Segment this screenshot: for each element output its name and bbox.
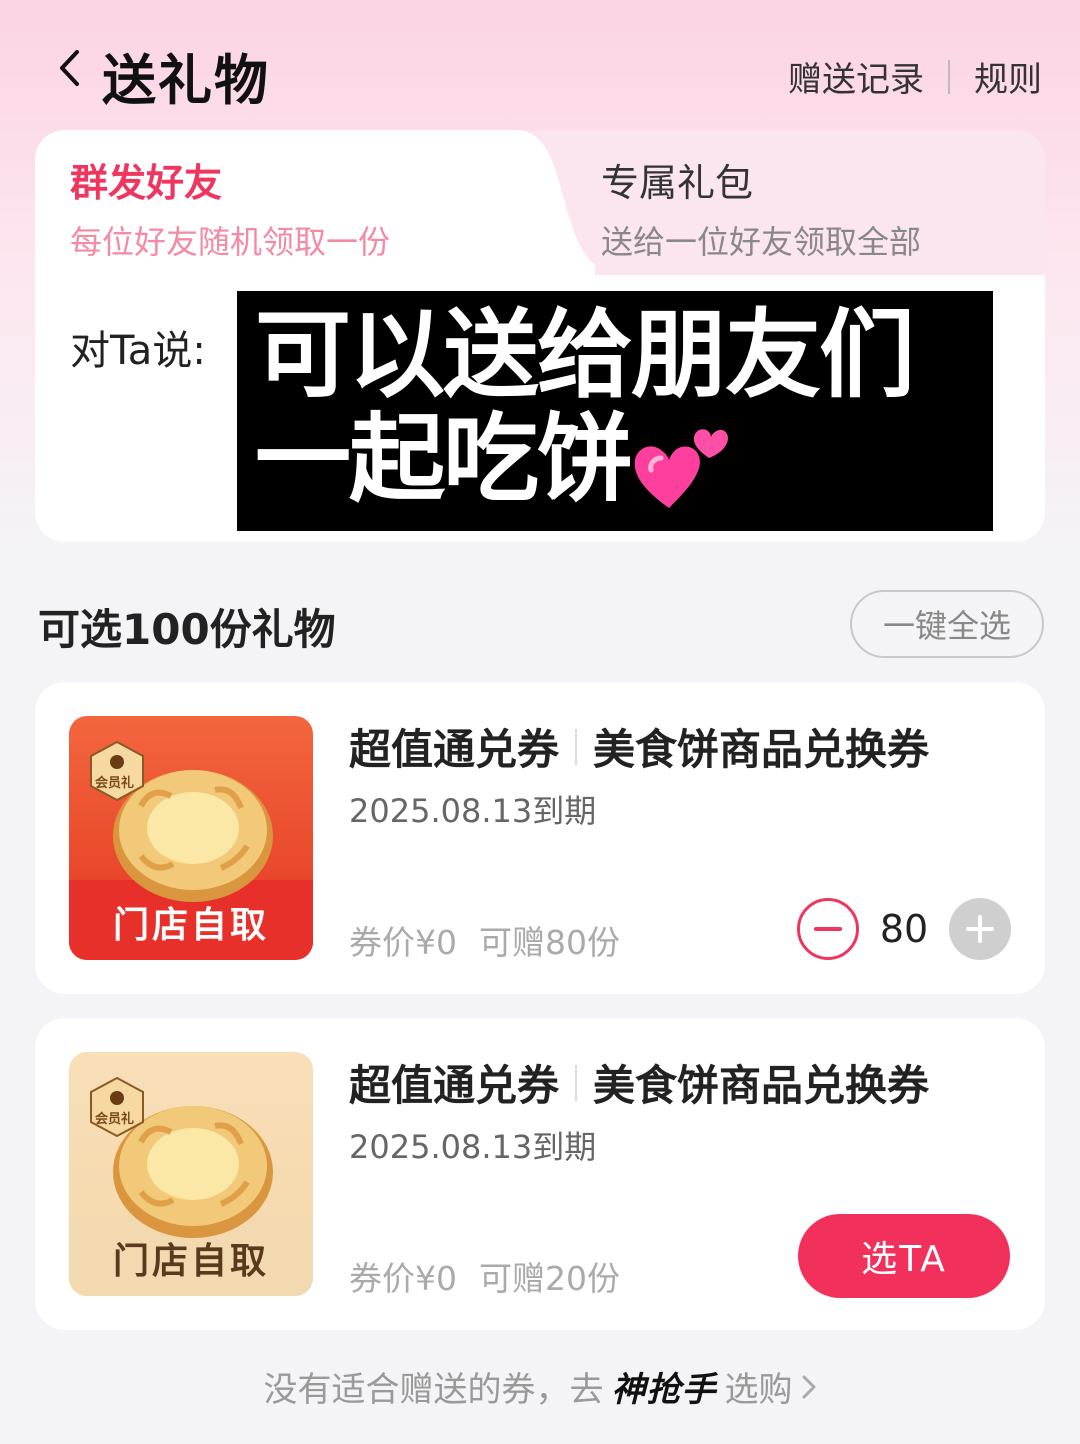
tab-title: 群发好友: [70, 161, 223, 205]
gift-name: 美食饼商品兑换券: [593, 1061, 930, 1110]
overlay-line-2: 一起吃饼: [255, 407, 975, 514]
two-hearts-icon: [634, 428, 729, 508]
back-button[interactable]: [50, 46, 90, 90]
gift-available: 可赠80份: [479, 923, 620, 962]
quantity-value: 80: [879, 907, 929, 951]
member-badge-icon: [90, 1076, 144, 1138]
tab-title: 专属礼包: [601, 161, 754, 205]
footer-note[interactable]: 没有适合赠送的券，去 神抢手 选购: [0, 1362, 1080, 1411]
header: 送礼物 赠送记录 规则: [0, 0, 1080, 130]
gift-mode-card: 群发好友 每位好友随机领取一份 专属礼包 送给一位好友领取全部 对Ta说: 可以…: [35, 130, 1045, 542]
gift-thumbnail: 会员礼 门店自取: [69, 716, 313, 960]
overlay-line-1: 可以送给朋友们: [255, 299, 915, 411]
footer-prefix: 没有适合赠送的券，去: [263, 1370, 604, 1410]
tab-exclusive-pack[interactable]: 专属礼包 送给一位好友领取全部: [601, 152, 921, 263]
gift-name: 美食饼商品兑换券: [593, 725, 930, 774]
gift-title: 超值通兑券 美食饼商品兑换券: [349, 1052, 929, 1113]
tab-subtitle: 每位好友随机领取一份: [70, 223, 391, 261]
member-badge-icon: [90, 740, 144, 802]
title-divider: [575, 1064, 578, 1101]
gift-available: 可赠20份: [479, 1259, 620, 1298]
gift-meta: 券价¥0 可赠80份: [349, 916, 620, 964]
gift-expiry: 2025.08.13到期: [349, 1128, 597, 1166]
gift-expiry: 2025.08.13到期: [349, 792, 597, 830]
decrement-button[interactable]: [797, 898, 859, 960]
header-divider: [948, 59, 950, 94]
title-divider: [575, 728, 578, 765]
tab-subtitle: 送给一位好友领取全部: [601, 223, 922, 261]
select-gift-button[interactable]: 选TA: [798, 1214, 1010, 1298]
select-all-button[interactable]: 一键全选: [850, 590, 1044, 658]
message-overlay[interactable]: 可以送给朋友们 一起吃饼: [237, 291, 993, 531]
chevron-right-icon: [802, 1375, 815, 1398]
mode-tabs: 群发好友 每位好友随机领取一份 专属礼包 送给一位好友领取全部: [35, 130, 1045, 275]
gift-card: 会员礼 门店自取 超值通兑券 美食饼商品兑换券 2025.08.13到期 券价¥…: [35, 682, 1045, 994]
gift-price: 券价¥0: [349, 1259, 457, 1298]
gift-type: 超值通兑券: [349, 725, 560, 774]
pickup-label: 门店自取: [112, 905, 269, 946]
member-badge-label: 会员礼: [95, 1112, 135, 1127]
rules-link[interactable]: 规则: [974, 52, 1042, 101]
gift-history-link[interactable]: 赠送记录: [788, 52, 924, 101]
header-links: 赠送记录 规则: [788, 52, 1042, 101]
page-title: 送礼物: [102, 49, 270, 112]
chevron-left-icon: [60, 50, 79, 86]
gift-meta: 券价¥0 可赠20份: [349, 1252, 620, 1300]
section-title: 可选100份礼物: [38, 605, 336, 654]
gift-card: 会员礼 门店自取 超值通兑券 美食饼商品兑换券 2025.08.13到期 券价¥…: [35, 1018, 1045, 1330]
gift-thumbnail: 会员礼 门店自取: [69, 1052, 313, 1296]
increment-button[interactable]: [949, 898, 1011, 960]
quantity-stepper: 80: [797, 898, 1011, 960]
gift-type: 超值通兑券: [349, 1061, 560, 1110]
tab-group-send[interactable]: 群发好友 每位好友随机领取一份: [70, 152, 390, 263]
member-badge-label: 会员礼: [95, 776, 135, 791]
brand-logo: 神抢手: [611, 1370, 717, 1410]
minus-icon: [814, 927, 842, 931]
pickup-label: 门店自取: [112, 1241, 269, 1282]
message-label: 对Ta说:: [70, 328, 206, 374]
footer-suffix: 选购: [724, 1370, 793, 1410]
gift-price: 券价¥0: [349, 923, 457, 962]
gift-title: 超值通兑券 美食饼商品兑换券: [349, 716, 929, 777]
